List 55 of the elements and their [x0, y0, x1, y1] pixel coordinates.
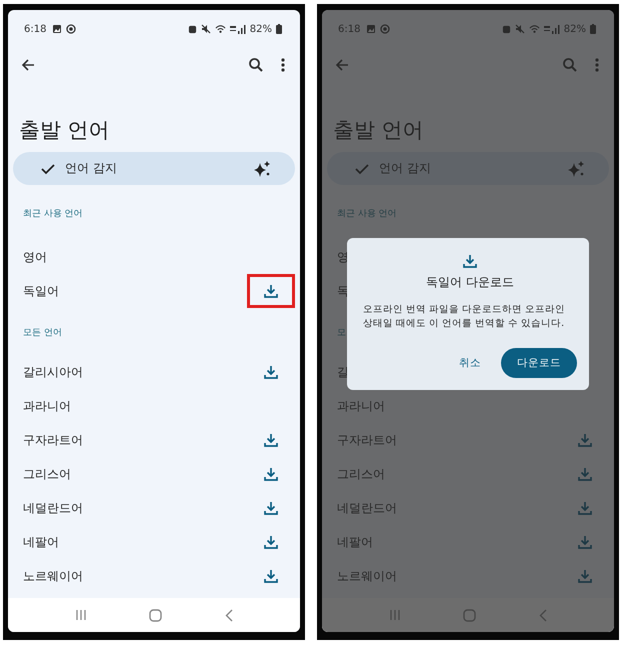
status-time: 6:18: [24, 24, 46, 34]
language-item[interactable]: 그리스어: [8, 457, 300, 491]
download-button[interactable]: 다운로드: [501, 348, 577, 378]
back-icon[interactable]: [20, 57, 36, 73]
download-icon[interactable]: [264, 365, 278, 379]
wifi-icon: [214, 24, 226, 34]
download-icon[interactable]: [264, 501, 278, 515]
download-icon: [463, 254, 477, 268]
language-item[interactable]: 노르웨이어: [8, 559, 300, 593]
record-icon: [66, 24, 76, 34]
page-title: 출발 언어: [333, 117, 425, 144]
sparkle-icon: [253, 160, 271, 178]
wifi-icon: [528, 24, 540, 34]
language-item[interactable]: 구자라트어: [8, 423, 300, 457]
page-title: 출발 언어: [19, 117, 111, 144]
more-options-icon[interactable]: [280, 57, 286, 73]
sparkle-icon: [567, 160, 585, 178]
language-item[interactable]: 영어: [8, 240, 300, 274]
mute-icon: [514, 24, 525, 34]
status-time: 6:18: [338, 24, 360, 34]
home-icon[interactable]: [463, 608, 476, 622]
battery-level: 82%: [250, 24, 272, 34]
cancel-button[interactable]: 취소: [453, 348, 487, 378]
back-nav-icon[interactable]: [538, 608, 547, 622]
gallery-icon: [366, 24, 376, 34]
download-icon[interactable]: [264, 467, 278, 481]
mute-icon: [200, 24, 211, 34]
recent-apps-icon[interactable]: [75, 609, 88, 621]
language-item[interactable]: 독일어: [8, 274, 300, 308]
dialog-message: 오프라인 번역 파일을 다운로드하면 오프라인 상태일 때에도 이 언어를 번역할 수 있습니다.: [363, 303, 566, 332]
language-item[interactable]: 네팔어: [8, 525, 300, 559]
download-icon[interactable]: [264, 535, 278, 549]
back-nav-icon[interactable]: [224, 608, 233, 622]
download-icon[interactable]: [264, 433, 278, 447]
section-header: 최근 사용 언어: [23, 208, 83, 220]
section-header: 모: [337, 327, 346, 339]
signal-icon: [230, 24, 246, 34]
search-icon[interactable]: [248, 57, 264, 73]
battery-level: 82%: [564, 24, 586, 34]
recent-apps-icon[interactable]: [389, 609, 402, 621]
record-icon: [380, 24, 390, 34]
language-item[interactable]: 네덜란드어: [8, 491, 300, 525]
battery-icon: [590, 24, 596, 34]
gallery-icon: [52, 24, 62, 34]
section-header: 모든 언어: [23, 327, 62, 339]
language-item[interactable]: 갈리시아어: [8, 355, 300, 389]
home-icon[interactable]: [149, 608, 162, 622]
language-item[interactable]: 과라니어: [8, 389, 300, 423]
signal-icon: [544, 24, 560, 34]
download-icon[interactable]: [264, 569, 278, 583]
section-header: 최근 사용 언어: [337, 208, 397, 220]
download-icon[interactable]: [264, 284, 278, 298]
dialog-title: 독일어 다운로드: [426, 274, 514, 291]
detect-language-chip[interactable]: 언어 감지: [13, 152, 295, 185]
battery-icon: [276, 24, 282, 34]
